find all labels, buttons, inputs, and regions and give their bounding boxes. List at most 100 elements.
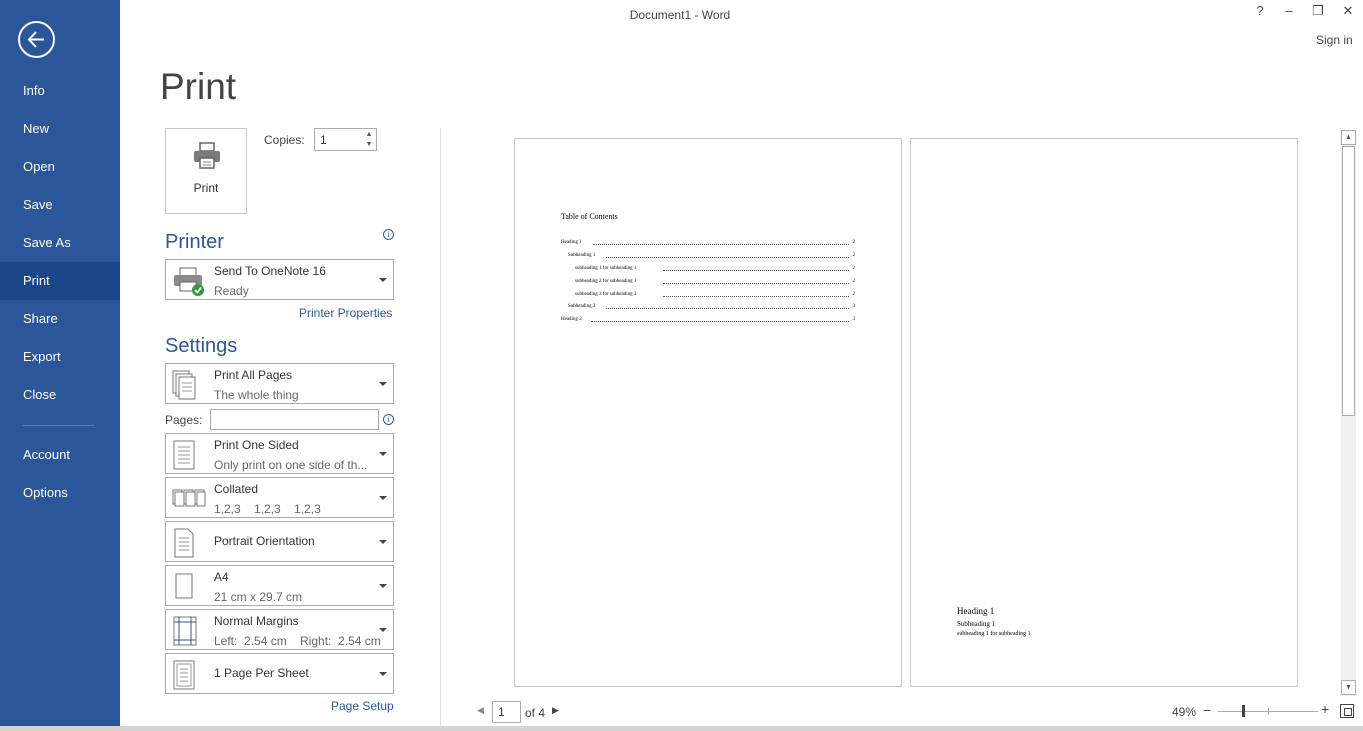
printer-properties-link[interactable]: Printer Properties — [299, 306, 392, 320]
collation-sub: 1,2,3 1,2,3 1,2,3 — [214, 502, 321, 516]
preview-page-2: Heading 1 Subheading 1 subheading 1 for … — [910, 138, 1298, 687]
pages-per-sheet-main: 1 Page Per Sheet — [214, 666, 309, 680]
printer-icon — [194, 142, 220, 169]
toc-entry: subheading 1 for subheading 1 2 — [575, 265, 855, 273]
help-button[interactable]: ? — [1250, 2, 1270, 20]
toc-entry: Heading 1 2 — [561, 239, 855, 247]
zoom-out-icon[interactable]: − — [1203, 702, 1211, 718]
page-count-label: of 4 — [525, 706, 546, 720]
preview-heading: Heading 1 — [957, 606, 995, 616]
printer-status: Ready — [214, 284, 249, 298]
nav-item-save-as[interactable]: Save As — [0, 224, 120, 262]
nav-separator — [23, 425, 94, 426]
chevron-down-icon — [379, 452, 387, 456]
preview-subheading: subheading 1 for subheading 1 — [957, 631, 1031, 637]
print-range-main: Print All Pages — [214, 368, 293, 382]
toc-entry: Subheading 1 2 — [568, 252, 855, 260]
zoom-slider-midpoint — [1268, 708, 1269, 715]
margins-sub: Left: 2.54 cm Right: 2.54 cm — [214, 634, 381, 648]
close-window-button[interactable]: ✕ — [1338, 2, 1358, 20]
page-number-input[interactable]: 1 — [492, 701, 521, 723]
scrollbar-thumb[interactable] — [1342, 146, 1355, 416]
chevron-down-icon — [379, 540, 387, 544]
chevron-down-icon — [379, 382, 387, 386]
restore-button[interactable]: ❐ — [1308, 2, 1328, 20]
pages-info-icon[interactable]: i — [383, 414, 394, 425]
paper-size-dropdown[interactable]: A4 21 cm x 29.7 cm — [165, 565, 394, 606]
toc-entry: Subheading 2 3 — [568, 303, 855, 311]
portrait-icon — [174, 528, 194, 558]
preview-subheading: Subheading 1 — [957, 620, 996, 628]
margins-dropdown[interactable]: Normal Margins Left: 2.54 cm Right: 2.54… — [165, 609, 394, 650]
scroll-up-icon[interactable]: ▲ — [1341, 130, 1356, 145]
copies-increment-icon[interactable]: ▲ — [364, 130, 374, 140]
zoom-in-icon[interactable]: + — [1321, 701, 1329, 717]
collated-icon — [172, 489, 206, 507]
copies-stepper[interactable]: 1 ▲ ▼ — [314, 128, 377, 151]
paper-size-sub: 21 cm x 29.7 cm — [214, 590, 303, 604]
pages-per-sheet-dropdown[interactable]: 1 Page Per Sheet — [165, 653, 394, 694]
nav-item-print[interactable]: Print — [0, 262, 120, 300]
toc-entry: Heading 2 3 — [561, 316, 855, 324]
chevron-down-icon — [379, 278, 387, 282]
printer-dropdown[interactable]: Send To OneNote 16 Ready — [165, 259, 394, 300]
zoom-to-page-icon[interactable] — [1340, 704, 1354, 718]
back-arrow-icon — [27, 31, 44, 48]
pages-label: Pages: — [165, 413, 203, 427]
toc-entry: subheading 3 for subheading 1 2 — [575, 291, 855, 299]
print-button-label: Print — [193, 181, 219, 195]
pages-stack-icon — [172, 370, 196, 400]
toc-title: Table of Contents — [561, 212, 618, 221]
chevron-down-icon — [379, 496, 387, 500]
minimize-button[interactable]: – — [1279, 2, 1299, 20]
backstage-nav: Info New Open Save Save As Print Share E… — [0, 0, 120, 731]
collation-main: Collated — [214, 482, 259, 496]
previous-page-icon[interactable]: ◀ — [477, 705, 484, 716]
nav-item-share[interactable]: Share — [0, 300, 120, 338]
orientation-dropdown[interactable]: Portrait Orientation — [165, 521, 394, 562]
nav-item-new[interactable]: New — [0, 110, 120, 148]
print-range-dropdown[interactable]: Print All Pages The whole thing — [165, 363, 394, 404]
sides-dropdown[interactable]: Print One Sided Only print on one side o… — [165, 433, 394, 474]
preview-page-1: Table of Contents Heading 1 2 Subheading… — [514, 138, 902, 687]
margins-icon — [173, 616, 197, 646]
page-title: Print — [160, 66, 237, 107]
sides-sub: Only print on one side of th... — [214, 458, 368, 472]
chevron-down-icon — [379, 628, 387, 632]
copies-decrement-icon[interactable]: ▼ — [364, 140, 374, 150]
zoom-level[interactable]: 49% — [1172, 705, 1196, 719]
print-button[interactable]: Print — [165, 128, 247, 214]
settings-heading: Settings — [165, 335, 238, 357]
taskbar-edge — [0, 726, 1363, 731]
printer-heading: Printer — [165, 231, 224, 253]
nav-item-close[interactable]: Close — [0, 376, 120, 414]
toc-entry: subheading 2 for subheading 1 2 — [575, 278, 855, 286]
nav-item-save[interactable]: Save — [0, 186, 120, 224]
nav-item-info[interactable]: Info — [0, 72, 120, 110]
next-page-icon[interactable]: ▶ — [552, 705, 559, 716]
scroll-down-icon[interactable]: ▼ — [1341, 680, 1356, 695]
nav-item-options[interactable]: Options — [0, 474, 120, 512]
nav-item-open[interactable]: Open — [0, 148, 120, 186]
page-setup-link[interactable]: Page Setup — [331, 699, 394, 713]
printer-info-icon[interactable]: i — [383, 229, 394, 240]
copies-value: 1 — [320, 133, 327, 147]
orientation-main: Portrait Orientation — [214, 534, 315, 548]
window-title: Document1 - Word — [629, 8, 731, 22]
copies-label: Copies: — [264, 133, 305, 147]
sign-in-link[interactable]: Sign in — [1316, 33, 1353, 47]
sides-main: Print One Sided — [214, 438, 299, 452]
one-sided-icon — [173, 440, 195, 470]
nav-item-account[interactable]: Account — [0, 436, 120, 474]
printer-name: Send To OneNote 16 — [214, 264, 326, 278]
collation-dropdown[interactable]: Collated 1,2,3 1,2,3 1,2,3 — [165, 477, 394, 518]
nav-item-export[interactable]: Export — [0, 338, 120, 376]
paper-size-main: A4 — [214, 570, 229, 584]
chevron-down-icon — [379, 584, 387, 588]
pages-input[interactable] — [210, 409, 379, 430]
printer-ready-icon — [174, 267, 204, 296]
zoom-slider-thumb[interactable] — [1242, 705, 1245, 717]
paper-size-icon — [175, 573, 193, 599]
back-button[interactable] — [18, 21, 55, 58]
margins-main: Normal Margins — [214, 614, 299, 628]
